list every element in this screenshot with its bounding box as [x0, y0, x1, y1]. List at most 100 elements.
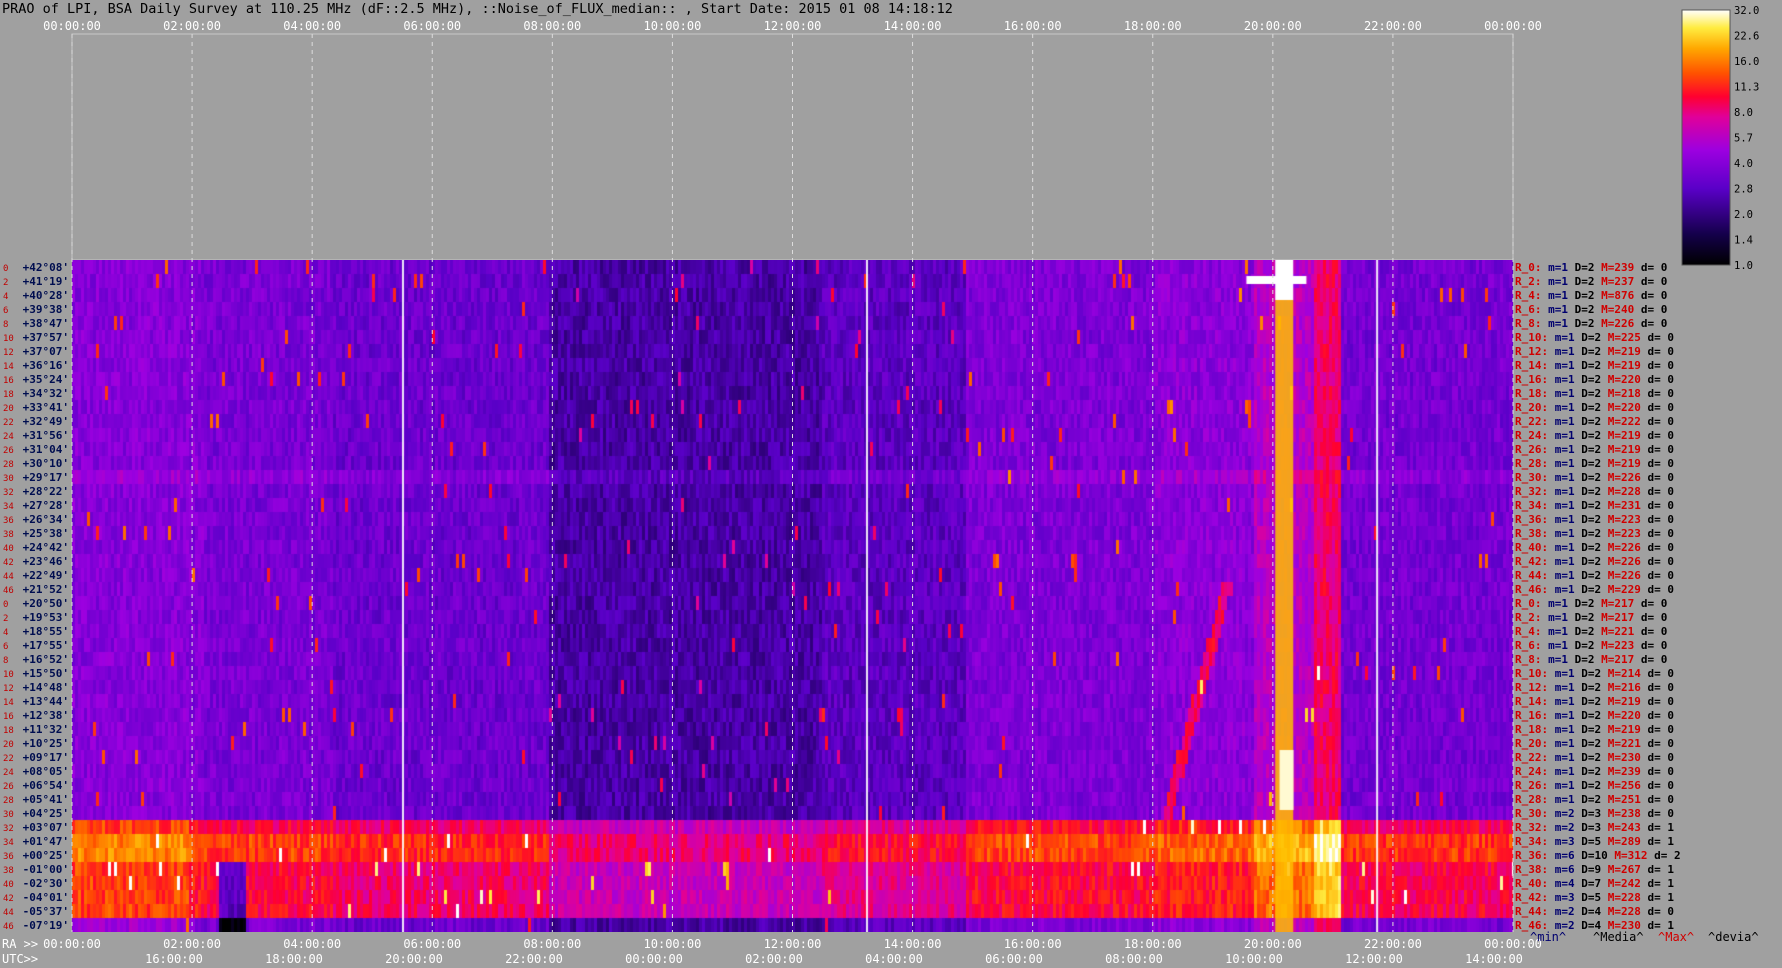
declination-32: +12°38': [23, 709, 69, 722]
declination-46: -05°37': [23, 905, 69, 918]
row-number-8: 16: [3, 376, 14, 386]
declination-13: +31°04': [23, 443, 69, 456]
colorbar-tick-10: 1.0: [1734, 260, 1753, 272]
row-number-37: 26: [3, 782, 14, 792]
declination-0: +42°08': [23, 261, 69, 274]
row-stat-21: R_42: m=1 D=2 M=226 d= 0: [1515, 555, 1674, 568]
declination-3: +39°38': [23, 303, 69, 316]
ra-tick-top-10: 20:00:00: [1244, 19, 1302, 33]
row-number-29: 10: [3, 670, 14, 680]
colorbar-tick-9: 1.4: [1734, 235, 1753, 247]
row-number-7: 14: [3, 362, 14, 372]
row-stat-2: R_4: m=1 D=2 M=876 d= 0: [1515, 289, 1667, 302]
declination-23: +21°52': [23, 583, 69, 596]
declination-16: +28°22': [23, 485, 69, 498]
declination-40: +03°07': [23, 821, 69, 834]
row-number-1: 2: [3, 278, 8, 288]
declination-24: +20°50': [23, 597, 69, 610]
row-stat-42: R_36: m=6 D=10 M=312 d= 2: [1515, 849, 1681, 862]
utc-tick-0: 16:00:00: [145, 952, 203, 966]
row-number-43: 38: [3, 866, 14, 876]
row-stat-44: R_40: m=4 D=7 M=242 d= 1: [1515, 877, 1674, 890]
utc-tick-5: 02:00:00: [745, 952, 803, 966]
ra-tick-bottom-10: 20:00:00: [1244, 937, 1302, 951]
utc-tick-7: 06:00:00: [985, 952, 1043, 966]
declination-29: +15°50': [23, 667, 69, 680]
ra-tick-bottom-11: 22:00:00: [1364, 937, 1422, 951]
row-number-22: 44: [3, 572, 14, 582]
declination-6: +37°07': [23, 345, 69, 358]
row-number-33: 18: [3, 726, 14, 736]
row-stat-46: R_44: m=2 D=4 M=228 d= 0: [1515, 905, 1674, 918]
row-number-6: 12: [3, 348, 14, 358]
ra-tick-bottom-7: 14:00:00: [884, 937, 942, 951]
row-number-38: 28: [3, 796, 14, 806]
row-stat-24: R_0: m=1 D=2 M=217 d= 0: [1515, 597, 1667, 610]
row-number-25: 2: [3, 614, 8, 624]
utc-tick-4: 00:00:00: [625, 952, 683, 966]
row-stat-15: R_30: m=1 D=2 M=226 d= 0: [1515, 471, 1674, 484]
row-stat-0: R_0: m=1 D=2 M=239 d= 0: [1515, 261, 1667, 274]
row-number-14: 28: [3, 460, 14, 470]
row-number-42: 36: [3, 852, 14, 862]
utc-ticks-bottom: 16:00:00 18:00:00 20:00:00 22:00:00 00:00:00…: [145, 952, 1523, 966]
declination-36: +08°05': [23, 765, 69, 778]
row-number-21: 42: [3, 558, 14, 568]
colorbar-tick-2: 16.0: [1734, 56, 1759, 68]
row-stat-34: R_20: m=1 D=2 M=221 d= 0: [1515, 737, 1674, 750]
declination-28: +16°52': [23, 653, 69, 666]
colorbar-tick-5: 5.7: [1734, 133, 1753, 145]
row-number-32: 16: [3, 712, 14, 722]
row-stat-11: R_22: m=1 D=2 M=222 d= 0: [1515, 415, 1674, 428]
declination-30: +14°48': [23, 681, 69, 694]
row-number-30: 12: [3, 684, 14, 694]
row-stat-35: R_22: m=1 D=2 M=230 d= 0: [1515, 751, 1674, 764]
ra-tick-bottom-3: 06:00:00: [403, 937, 461, 951]
colorbar-tick-1: 22.6: [1734, 31, 1759, 43]
row-stat-33: R_18: m=1 D=2 M=219 d= 0: [1515, 723, 1674, 736]
ra-tick-bottom-1: 02:00:00: [163, 937, 221, 951]
row-number-40: 32: [3, 824, 14, 834]
row-stat-36: R_24: m=1 D=2 M=239 d= 0: [1515, 765, 1674, 778]
ra-tick-top-1: 02:00:00: [163, 19, 221, 33]
ra-axis-label: RA >>: [2, 937, 38, 951]
row-stat-26: R_4: m=1 D=2 M=221 d= 0: [1515, 625, 1667, 638]
legend-min: ^min^: [1530, 930, 1566, 944]
row-stat-20: R_40: m=1 D=2 M=226 d= 0: [1515, 541, 1674, 554]
utc-tick-9: 10:00:00: [1225, 952, 1283, 966]
ra-tick-top-12: 00:00:00: [1484, 19, 1542, 33]
colorbar-ticks: 32.0 22.6 16.0 11.3 8.0 5.7 4.0 2.8 2.0 1.4 1.0: [1734, 5, 1759, 272]
legend-devia: ^devia^: [1708, 930, 1759, 944]
row-stat-37: R_26: m=1 D=2 M=256 d= 0: [1515, 779, 1674, 792]
row-number-23: 46: [3, 586, 14, 596]
row-stat-10: R_20: m=1 D=2 M=220 d= 0: [1515, 401, 1674, 414]
declination-37: +06°54': [23, 779, 69, 792]
row-number-20: 40: [3, 544, 14, 554]
declination-41: +01°47': [23, 835, 69, 848]
row-number-46: 44: [3, 908, 14, 918]
row-number-3: 6: [3, 306, 8, 316]
survey-plot: 00:00:00 02:00:00 04:00:00 06:00:00 08:00:00…: [2, 5, 1759, 966]
utc-tick-6: 04:00:00: [865, 952, 923, 966]
row-stat-18: R_36: m=1 D=2 M=223 d= 0: [1515, 513, 1674, 526]
footer-legend: ^min^ ^Media^ ^Max^ ^devia^: [1530, 930, 1759, 944]
row-number-17: 34: [3, 502, 14, 512]
row-number-16: 32: [3, 488, 14, 498]
row-stat-19: R_38: m=1 D=2 M=223 d= 0: [1515, 527, 1674, 540]
row-stat-16: R_32: m=1 D=2 M=228 d= 0: [1515, 485, 1674, 498]
colorbar-tick-4: 8.0: [1734, 107, 1753, 119]
row-number-5: 10: [3, 334, 14, 344]
declination-33: +11°32': [23, 723, 69, 736]
row-stat-38: R_28: m=1 D=2 M=251 d= 0: [1515, 793, 1674, 806]
row-stat-22: R_44: m=1 D=2 M=226 d= 0: [1515, 569, 1674, 582]
declination-47: -07°19': [23, 919, 69, 932]
declination-11: +32°49': [23, 415, 69, 428]
ra-tick-top-9: 18:00:00: [1124, 19, 1182, 33]
row-stat-31: R_14: m=1 D=2 M=219 d= 0: [1515, 695, 1674, 708]
row-stat-8: R_16: m=1 D=2 M=220 d= 0: [1515, 373, 1674, 386]
row-stat-3: R_6: m=1 D=2 M=240 d= 0: [1515, 303, 1667, 316]
row-stat-13: R_26: m=1 D=2 M=219 d= 0: [1515, 443, 1674, 456]
utc-tick-11: 14:00:00: [1465, 952, 1523, 966]
declination-12: +31°56': [23, 429, 69, 442]
row-number-10: 20: [3, 404, 14, 414]
